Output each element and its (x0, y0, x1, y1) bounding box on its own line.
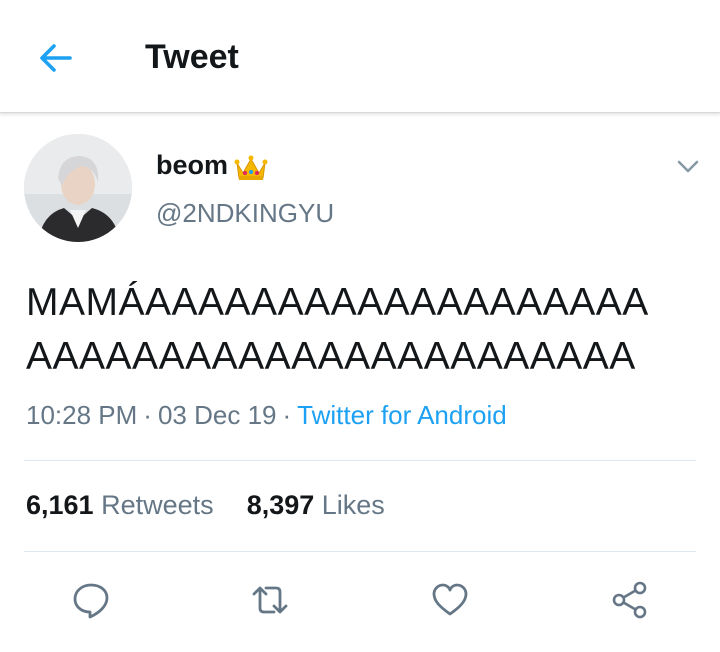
avatar-photo (24, 134, 132, 242)
reply-icon (73, 583, 109, 619)
avatar[interactable] (24, 134, 132, 242)
divider (24, 551, 696, 552)
like-button[interactable] (430, 580, 470, 620)
top-app-bar: Tweet (0, 0, 720, 113)
retweets-count: 6,161 (26, 490, 94, 520)
tweet-text: MAMÁAAAAAAAAAAAAAAAAAAA AAAAAAAAAAAAAAAA… (26, 276, 706, 384)
display-name[interactable]: beom (156, 150, 228, 181)
back-button[interactable] (36, 40, 76, 76)
likes-label: Likes (321, 490, 385, 520)
arrow-left-icon (40, 44, 72, 72)
retweet-button[interactable] (250, 580, 290, 620)
tweet-meta: 10:28 PM · 03 Dec 19 · Twitter for Android (26, 400, 507, 431)
tweet-options-button[interactable] (674, 152, 702, 180)
retweets-label: Retweets (101, 490, 214, 520)
likes-stat[interactable]: 8,397 Likes (247, 490, 385, 520)
crown-icon (234, 155, 268, 180)
tweet-text-line: AAAAAAAAAAAAAAAAAAAAAAA (26, 335, 636, 378)
heart-icon (432, 583, 468, 616)
likes-count: 8,397 (246, 490, 315, 520)
retweet-icon (252, 586, 288, 614)
tweet-text-line: MAMÁAAAAAAAAAAAAAAAAAAA (26, 281, 649, 324)
tweet-date: 03 Dec 19 (157, 400, 277, 430)
chevron-down-icon (677, 160, 699, 173)
share-icon (612, 581, 647, 619)
tweet-stats: 6,161 Retweets 8,397 Likes (26, 490, 385, 521)
tweet-source-link[interactable]: Twitter for Android (297, 400, 507, 430)
share-button[interactable] (610, 580, 650, 620)
reply-button[interactable] (71, 580, 111, 620)
username-handle[interactable]: @2NDKINGYU (156, 198, 334, 229)
meta-separator: · (143, 400, 152, 430)
retweets-stat[interactable]: 6,161 Retweets (26, 490, 221, 520)
divider (24, 460, 696, 461)
meta-separator: · (282, 400, 292, 430)
page-title: Tweet (145, 38, 239, 76)
tweet-time: 10:28 PM (26, 400, 138, 430)
